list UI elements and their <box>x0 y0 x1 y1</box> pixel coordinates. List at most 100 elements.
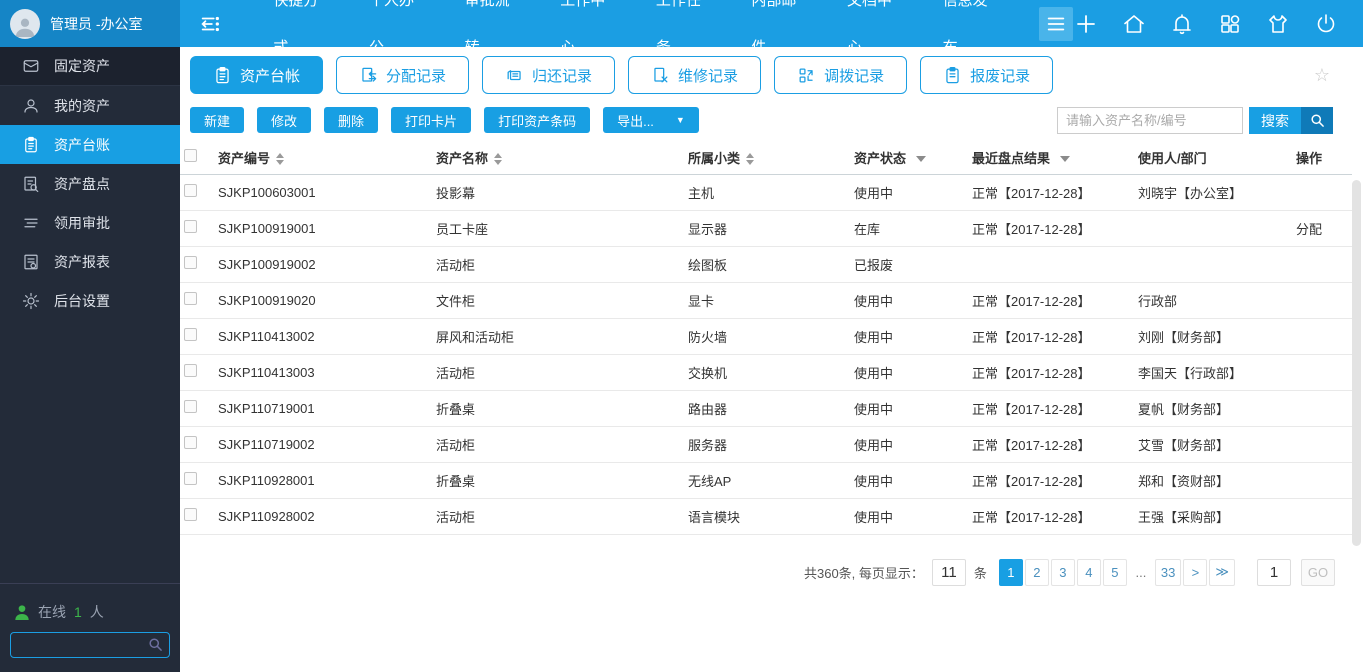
row-checkbox[interactable] <box>184 472 197 485</box>
topbar: 管理员 -办公室 快捷方式个人办公审批流转工作中心工作任务内部邮件文档中心信息发… <box>0 0 1363 56</box>
column-header[interactable]: 资产名称 <box>432 141 684 175</box>
select-all-header <box>180 141 214 175</box>
page-button-33[interactable]: 33 <box>1154 558 1182 586</box>
asset-search-input[interactable] <box>1057 107 1243 134</box>
plus-icon[interactable] <box>1073 11 1099 37</box>
toolbar-button-删除[interactable]: 删除 <box>324 107 379 133</box>
tab-调拨记录[interactable]: 调拨记录 <box>774 56 908 94</box>
sidebar-search-input[interactable] <box>10 632 170 658</box>
tab-维修记录[interactable]: 维修记录 <box>628 56 762 94</box>
mail-icon <box>22 57 40 75</box>
hamburger-icon[interactable] <box>1039 6 1073 41</box>
sidebar-item-6[interactable]: 资产报表 <box>0 242 180 281</box>
tab-分配记录[interactable]: 分配记录 <box>336 56 470 94</box>
asset-user <box>1134 210 1292 247</box>
column-header[interactable]: 最近盘点结果 <box>968 141 1134 175</box>
page-button-5[interactable]: 5 <box>1102 558 1127 586</box>
asset-category: 绘图板 <box>684 246 850 283</box>
asset-status: 使用中 <box>850 498 968 535</box>
star-icon[interactable]: ☆ <box>1314 65 1330 86</box>
last-page-button[interactable]: ≫ <box>1209 558 1235 586</box>
table-row: SJKP100603001 投影幕 主机 使用中 正常【2017-12-28】 刘晓宇【办… <box>180 174 1352 211</box>
table-row: SJKP100919002 活动柜 绘图板 已报废 <box>180 246 1352 283</box>
filter-caret-icon[interactable] <box>916 156 927 163</box>
column-header[interactable]: 所属小类 <box>684 141 850 175</box>
row-checkbox[interactable] <box>184 220 197 233</box>
check-result: 正常【2017-12-28】 <box>968 174 1134 211</box>
bell-icon[interactable] <box>1169 11 1195 37</box>
sort-icon[interactable] <box>276 153 285 166</box>
tab-归还记录[interactable]: 归还记录 <box>482 56 616 94</box>
toolbar-button-打印卡片[interactable]: 打印卡片 <box>391 107 472 133</box>
column-header[interactable]: 使用人/部门 <box>1134 141 1292 175</box>
asset-name: 活动柜 <box>432 426 684 463</box>
row-checkbox[interactable] <box>184 508 197 521</box>
sidebar-item-1[interactable]: 固定资产 <box>0 47 180 86</box>
next-page-button[interactable]: > <box>1183 558 1208 586</box>
row-checkbox[interactable] <box>184 436 197 449</box>
row-checkbox[interactable] <box>184 292 197 305</box>
user-name: 管理员 -办公室 <box>50 15 143 32</box>
tab-报废记录[interactable]: 报废记录 <box>920 56 1054 94</box>
page-size-input[interactable] <box>931 558 966 586</box>
asset-name: 活动柜 <box>432 246 684 283</box>
home-icon[interactable] <box>1121 11 1147 37</box>
page-button-3[interactable]: 3 <box>1050 558 1075 586</box>
transfer-icon <box>797 66 816 85</box>
asset-id: SJKP110719001 <box>214 390 432 427</box>
row-checkbox[interactable] <box>184 184 197 197</box>
column-header[interactable]: 资产编号 <box>214 141 432 175</box>
table-row: SJKP110413003 活动柜 交换机 使用中 正常【2017-12-28】 李国天【… <box>180 354 1352 391</box>
row-action <box>1292 426 1352 463</box>
column-header[interactable]: 资产状态 <box>850 141 968 175</box>
table-scrollbar[interactable] <box>1352 180 1361 546</box>
toolbar-button-打印资产条码[interactable]: 打印资产条码 <box>484 107 591 133</box>
sort-icon[interactable] <box>746 153 755 166</box>
search-button[interactable]: 搜索 <box>1249 107 1333 134</box>
page-button-1[interactable]: 1 <box>998 558 1023 586</box>
row-checkbox[interactable] <box>184 400 197 413</box>
check-result: 正常【2017-12-28】 <box>968 390 1134 427</box>
page-button-2[interactable]: 2 <box>1024 558 1049 586</box>
online-label: 在线 <box>38 604 66 620</box>
theme-icon[interactable] <box>1265 11 1291 37</box>
asset-category: 服务器 <box>684 426 850 463</box>
row-checkbox[interactable] <box>184 256 197 269</box>
asset-name: 折叠桌 <box>432 390 684 427</box>
sidebar-search-icon[interactable] <box>148 637 163 657</box>
apps-icon[interactable] <box>1217 11 1243 37</box>
toolbar-button-新建[interactable]: 新建 <box>190 107 245 133</box>
asset-status: 使用中 <box>850 318 968 355</box>
row-checkbox[interactable] <box>184 364 197 377</box>
toolbar-button-修改[interactable]: 修改 <box>257 107 312 133</box>
sidebar-item-2[interactable]: 我的资产 <box>0 86 180 125</box>
user-info[interactable]: 管理员 -办公室 <box>0 0 180 47</box>
table-row: SJKP110719002 活动柜 服务器 使用中 正常【2017-12-28】 艾雪【财… <box>180 426 1352 463</box>
collapse-menu-icon[interactable] <box>198 11 222 37</box>
tab-资产台帐[interactable]: 资产台帐 <box>190 56 324 94</box>
online-person-icon <box>14 604 30 620</box>
sidebar-item-5[interactable]: 领用审批 <box>0 203 180 242</box>
go-button[interactable]: GO <box>1301 558 1335 586</box>
avatar <box>10 8 40 39</box>
row-action[interactable]: 分配 <box>1292 210 1352 247</box>
goto-page-input[interactable] <box>1257 558 1291 586</box>
table-header-row: 资产编号 资产名称 所属小类 资产状态 最近盘点结果 使用人/部门 操作 <box>180 141 1352 175</box>
column-header[interactable]: 操作 <box>1292 141 1352 175</box>
sort-icon[interactable] <box>494 153 503 166</box>
asset-user: 艾雪【财务部】 <box>1134 426 1292 463</box>
filter-caret-icon[interactable] <box>1060 156 1071 163</box>
assign-icon <box>359 66 378 85</box>
sidebar-item-7[interactable]: 后台设置 <box>0 281 180 320</box>
asset-id: SJKP100919002 <box>214 246 432 283</box>
select-all-checkbox[interactable] <box>184 149 197 163</box>
check-result: 正常【2017-12-28】 <box>968 318 1134 355</box>
export-button[interactable]: 导出... ▼ <box>603 107 699 133</box>
sidebar-item-3[interactable]: 资产台账 <box>0 125 180 164</box>
power-icon[interactable] <box>1313 11 1339 37</box>
row-checkbox[interactable] <box>184 328 197 341</box>
topbar-actions <box>1073 11 1363 37</box>
sidebar-item-4[interactable]: 资产盘点 <box>0 164 180 203</box>
table-row: SJKP110413002 屏风和活动柜 防火墙 使用中 正常【2017-12-28】刘… <box>180 318 1352 355</box>
page-button-4[interactable]: 4 <box>1076 558 1101 586</box>
